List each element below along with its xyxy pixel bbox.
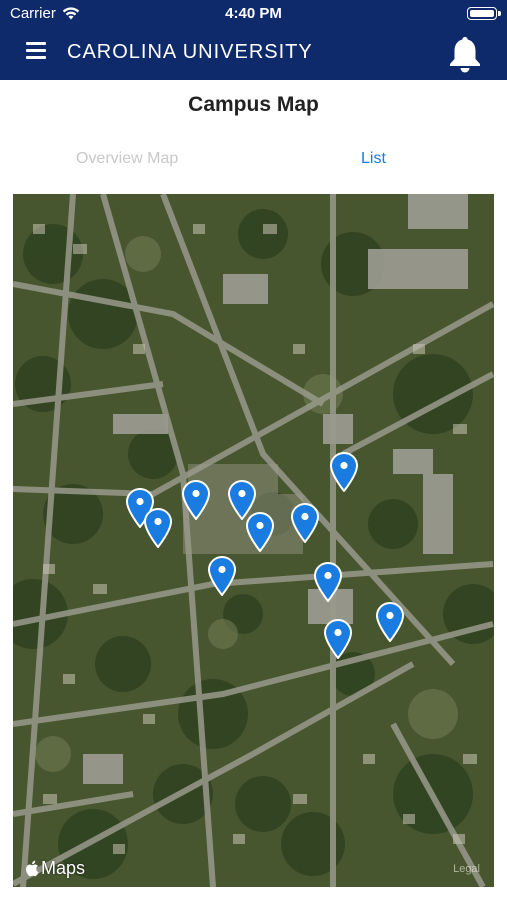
map-pin-icon[interactable]	[313, 561, 343, 603]
campus-map[interactable]: Maps Legal	[13, 194, 494, 887]
maps-attribution: Maps	[25, 858, 85, 879]
map-pin-icon[interactable]	[290, 502, 320, 544]
segmented-tabs: Overview Map List	[0, 150, 507, 176]
header-bar: CAROLINA UNIVERSITY	[0, 28, 507, 80]
battery-icon	[467, 7, 501, 20]
map-pin-icon[interactable]	[181, 479, 211, 521]
map-pin-icon[interactable]	[323, 618, 353, 660]
page-title: Campus Map	[188, 93, 319, 116]
tab-list[interactable]: List	[361, 150, 386, 168]
menu-icon[interactable]	[26, 42, 46, 62]
status-bar: Carrier 4:40 PM	[0, 0, 507, 28]
tab-overview-map[interactable]: Overview Map	[76, 150, 178, 168]
map-pin-icon[interactable]	[329, 451, 359, 493]
map-pin-icon[interactable]	[245, 511, 275, 553]
map-pin-icon[interactable]	[375, 601, 405, 643]
maps-label: Maps	[41, 858, 86, 878]
legal-link[interactable]: Legal	[453, 863, 480, 875]
app-title: CAROLINA UNIVERSITY	[67, 41, 313, 63]
bell-icon[interactable]	[447, 34, 483, 74]
map-pin-icon[interactable]	[143, 507, 173, 549]
status-time: 4:40 PM	[225, 5, 282, 22]
apple-logo-icon	[26, 860, 39, 877]
map-pin-icon[interactable]	[207, 555, 237, 597]
